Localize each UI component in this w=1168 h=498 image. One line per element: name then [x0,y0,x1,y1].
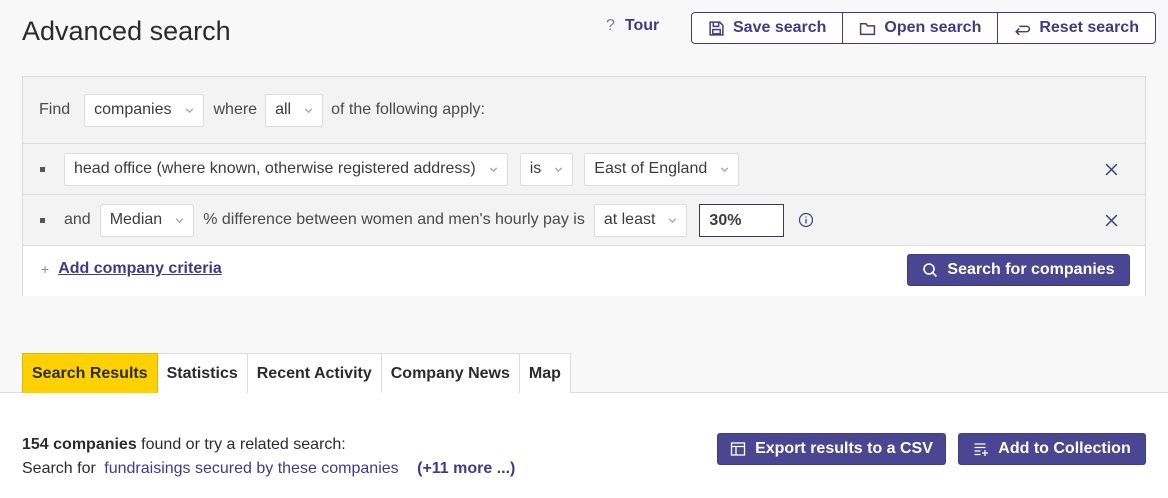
chevron-down-icon [175,217,184,223]
and-label: and [64,211,91,228]
more-related-link[interactable]: (+11 more ...) [417,460,515,477]
bullet-marker [40,166,45,172]
results-count-number: 154 companies [22,436,137,453]
chevron-down-icon [720,166,729,172]
chevron-down-icon [304,107,313,113]
tab-recent-activity[interactable]: Recent Activity [247,353,382,393]
add-to-collection-button[interactable]: Add to Collection [958,433,1146,465]
add-criteria-label: Add company criteria [58,260,222,277]
export-csv-button[interactable]: Export results to a CSV [717,433,946,465]
floppy-disk-icon [709,20,724,36]
find-row: Find companies where all of the followin… [23,77,1145,144]
field-select[interactable]: head office (where known, otherwise regi… [64,152,508,186]
operator-select-value: is [529,160,542,177]
tour-link[interactable]: ? Tour [606,17,659,35]
add-list-icon [974,443,989,456]
bullet-marker [40,217,45,223]
close-icon[interactable] [1104,162,1119,177]
open-search-button[interactable]: Open search [843,13,999,43]
help-icon: ? [606,17,615,34]
criteria-panel: Find companies where all of the followin… [22,76,1146,296]
search-icon [923,263,938,278]
criterion-row: head office (where known, otherwise regi… [23,144,1145,195]
reset-search-label: Reset search [1039,19,1139,36]
where-label: where [213,101,258,118]
add-company-criteria-link[interactable]: + Add company criteria [41,260,222,278]
quantifier-select-value: all [275,101,292,118]
chevron-down-icon [669,217,677,223]
pay-gap-label: % difference between women and men's hou… [203,211,585,228]
tab-search-results[interactable]: Search Results [22,353,158,393]
add-to-collection-label: Add to Collection [998,440,1131,457]
chevron-down-icon [489,166,497,172]
search-button-label: Search for companies [947,261,1115,278]
related-search: Search for fundraisings secured by these… [22,460,515,478]
table-icon [730,442,746,456]
operator-select[interactable]: is [519,152,574,186]
region-select-value: East of England [594,160,708,177]
tab-company-news[interactable]: Company News [381,353,520,393]
results-tabs: Search Results Statistics Recent Activit… [22,353,571,393]
results-count-suffix: found or try a related search: [136,436,346,453]
close-icon[interactable] [1104,213,1119,228]
tab-statistics[interactable]: Statistics [157,353,248,393]
related-search-link[interactable]: fundraisings secured by these companies [104,460,398,477]
comparison-select-value: at least [603,211,656,228]
field-select-value: head office (where known, otherwise regi… [74,160,476,177]
search-actions-group: Save search Open search Reset search [691,12,1156,44]
open-search-label: Open search [884,19,982,36]
entity-select[interactable]: companies [84,93,204,127]
folder-icon [860,22,876,35]
apply-label: of the following apply: [331,101,485,118]
measure-select-value: Median [109,211,163,228]
search-for-companies-button[interactable]: Search for companies [907,254,1130,286]
tab-map[interactable]: Map [519,353,571,393]
undo-arrow-icon [1015,25,1031,35]
chevron-down-icon [185,107,193,113]
plus-icon: + [41,261,50,277]
page-title: Advanced search [22,16,231,46]
find-label: Find [39,101,71,118]
entity-select-value: companies [94,101,172,118]
add-criteria-row: + Add company criteria Search for compan… [23,246,1145,296]
criterion-row: and Median % difference between women an… [23,195,1145,246]
results-count: 154 companies found or try a related sea… [22,436,346,454]
related-prefix: Search for [22,460,96,477]
save-search-label: Save search [733,19,827,36]
tour-label: Tour [624,17,660,34]
export-csv-label: Export results to a CSV [755,440,933,457]
chevron-down-icon [554,166,563,172]
save-search-button[interactable]: Save search [692,13,844,43]
comparison-select[interactable]: at least [593,203,688,237]
info-icon[interactable] [798,212,814,228]
quantifier-select[interactable]: all [265,93,324,127]
reset-search-button[interactable]: Reset search [998,13,1155,43]
measure-select[interactable]: Median [99,203,195,237]
percentage-input[interactable]: 30% [699,203,785,237]
region-select[interactable]: East of England [584,152,740,186]
